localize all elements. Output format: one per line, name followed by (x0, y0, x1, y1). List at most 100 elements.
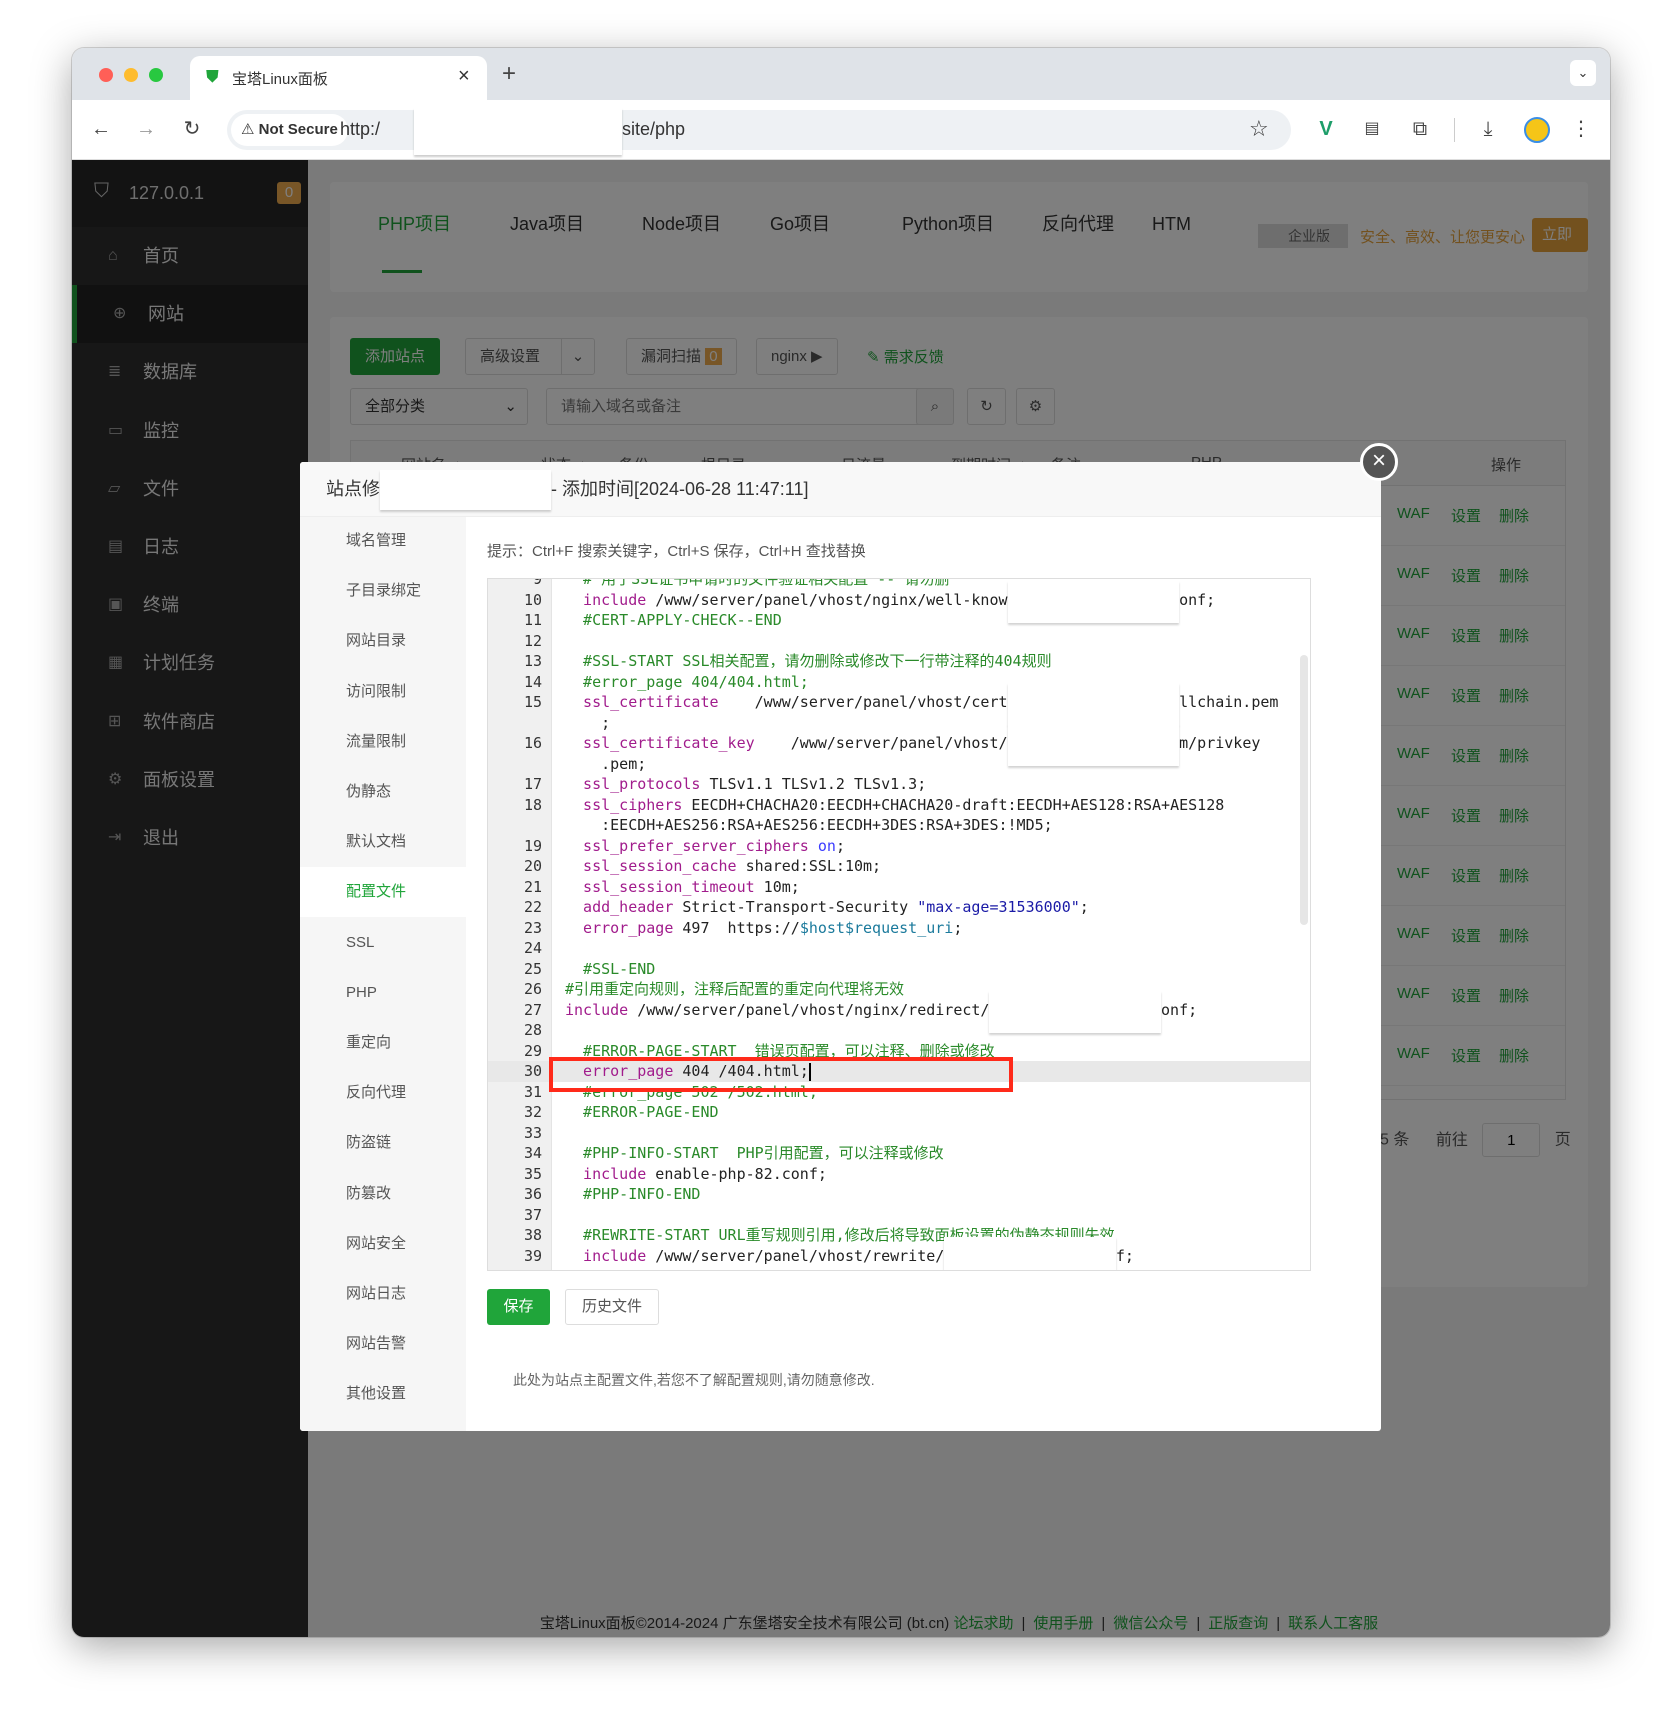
tab-search-chevron-icon[interactable]: ⌄ (1570, 60, 1596, 86)
config-editor[interactable]: 9 # 用于SSL证书申请时的文件验证相关配置 -- 请勿删 10 include… (487, 578, 1311, 1271)
line-number: 9 (532, 578, 542, 588)
code-token: TLSv1.1 TLSv1.2 TLSv1.3; (700, 775, 927, 793)
code-token: ssl_session_timeout (565, 877, 755, 896)
extension-icon[interactable]: ▤ (1357, 114, 1387, 144)
reload-icon[interactable]: ↻ (177, 114, 207, 144)
line-number: 22 (523, 898, 542, 916)
code-line: 37 (488, 1205, 1310, 1226)
dialog-nav-item[interactable]: 子目录绑定 (300, 566, 466, 616)
code-line: ; (488, 713, 1310, 734)
dialog-nav-item[interactable]: 流量限制 (300, 717, 466, 767)
dialog-nav-item[interactable]: 访问限制 (300, 667, 466, 717)
editor-scrollbar[interactable] (1300, 655, 1308, 925)
extensions-puzzle-icon[interactable]: ⧉ (1405, 114, 1435, 144)
browser-menu-icon[interactable]: ⋮ (1566, 114, 1596, 144)
line-content: #SSL-START SSL相关配置，请勿删除或修改下一行带注释的404规则 (565, 651, 1052, 672)
code-line: 11 #CERT-APPLY-CHECK--END (488, 610, 1310, 631)
code-token: /www/server/panel/vhost/nginx/well-know (646, 590, 1008, 609)
browser-window: ⛊ 宝塔Linux面板 × + ⌄ ← → ↻ ⚠ Not Secure htt… (72, 48, 1610, 1637)
code-line: 26 #引用重定向规则，注释后配置的重定向代理将无效 (488, 979, 1310, 1000)
line-number: 34 (523, 1144, 542, 1162)
code-token: /www/server/panel/vhost/cert (718, 693, 1008, 711)
line-content: include enable-php-82.conf; (565, 1164, 827, 1185)
save-button[interactable]: 保存 (487, 1289, 550, 1325)
history-files-button[interactable]: 历史文件 (565, 1289, 659, 1325)
dialog-nav-item[interactable]: 反向代理 (300, 1068, 466, 1118)
profile-avatar[interactable] (1524, 117, 1550, 143)
code-token: .pem; (565, 754, 647, 773)
url-suffix: site/php (622, 119, 686, 139)
line-number: 14 (523, 672, 542, 691)
line-content: include /www/server/panel/vhost/nginx/we… (565, 580, 1215, 623)
line-number: 28 (523, 1021, 542, 1039)
code-token: enable-php-82.conf; (646, 1164, 827, 1183)
dialog-nav-item[interactable]: 防篡改 (300, 1169, 466, 1219)
close-window-button[interactable] (99, 68, 113, 82)
minimize-window-button[interactable] (124, 68, 138, 82)
dialog-nav-item[interactable]: 域名管理 (300, 516, 466, 566)
code-token: EECDH+CHACHA20:EECDH+CHACHA20-draft:EECD… (682, 795, 1225, 814)
code-token: # 用于SSL证书申请时的文件验证相关配置 -- 请勿删 (565, 578, 950, 588)
close-tab-icon[interactable]: × (458, 65, 470, 88)
line-content: #CERT-APPLY-CHECK--END (565, 610, 782, 631)
code-line: 24 (488, 938, 1310, 959)
dialog-nav-item[interactable]: 默认文档 (300, 817, 466, 867)
line-content: ; (565, 713, 610, 734)
line-number: 37 (523, 1205, 542, 1224)
dialog-nav-item[interactable]: 重定向 (300, 1018, 466, 1068)
code-line: 17 ssl_protocols TLSv1.1 TLSv1.2 TLSv1.3… (488, 774, 1310, 795)
code-token: ; (953, 918, 963, 937)
code-token: m/privkey (1179, 734, 1261, 752)
redaction-box (380, 470, 551, 511)
line-number: 10 (523, 590, 542, 609)
code-token: "max-age=31536000" (917, 898, 1080, 916)
close-dialog-icon[interactable]: × (1360, 443, 1398, 481)
code-line: 19 ssl_prefer_server_ciphers on; (488, 836, 1310, 857)
dialog-nav-item[interactable]: 网站安全 (300, 1219, 466, 1269)
code-line: 15 ssl_certificate /www/server/panel/vho… (488, 683, 1310, 725)
dialog-nav-item[interactable]: 配置文件 (300, 867, 466, 918)
bookmark-star-icon[interactable]: ☆ (1249, 116, 1269, 142)
vue-extension-icon[interactable]: V (1311, 114, 1341, 144)
address-bar[interactable]: ⚠ Not Secure http:/ site/php ☆ (227, 108, 1291, 155)
title-prefix: 站点修 (326, 479, 380, 499)
code-token: /www/server/panel/vhost/rewrite/ (646, 1246, 945, 1265)
browser-tab[interactable]: ⛊ 宝塔Linux面板 × (190, 56, 487, 100)
line-number: 23 (523, 918, 542, 937)
code-token: ssl_prefer_server_ciphers (565, 836, 809, 855)
tab-title: 宝塔Linux面板 (232, 71, 328, 88)
dialog-nav-item[interactable]: PHP (300, 968, 466, 1018)
code-token: #SSL-END (565, 959, 656, 978)
maximize-window-button[interactable] (149, 68, 163, 82)
code-line: 22 add_header Strict-Transport-Security … (488, 897, 1310, 918)
not-secure-chip[interactable]: ⚠ Not Secure (231, 114, 348, 146)
new-tab-button[interactable]: + (502, 60, 516, 88)
code-token: #PHP-INFO-END (565, 1185, 701, 1203)
line-number: 39 (523, 1246, 542, 1265)
code-line: 34 #PHP-INFO-START PHP引用配置，可以注释或修改 (488, 1143, 1310, 1164)
dialog-nav-item[interactable]: 伪静态 (300, 767, 466, 817)
dialog-nav-item[interactable]: SSL (300, 918, 466, 968)
line-number: 27 (523, 1000, 542, 1019)
code-line: 36 #PHP-INFO-END (488, 1184, 1310, 1205)
panel-app: ⛉ 127.0.0.1 0 ⌂首页⊕网站≣数据库▭监控▱文件▤日志▣终端▦计划任… (72, 160, 1610, 1637)
line-number: 31 (523, 1082, 542, 1101)
download-icon[interactable]: ⤓ (1473, 114, 1503, 144)
dialog-nav: 域名管理 子目录绑定 网站目录 访问限制 流量限制 伪静态 默认文档 配置文件 SSL PHP 重定… (300, 517, 466, 1431)
code-token: 497 https:// (673, 918, 800, 937)
line-content: :EECDH+AES256:RSA+AES256:EECDH+3DES:RSA+… (565, 815, 1053, 836)
line-content: #PHP-INFO-START PHP引用配置，可以注释或修改 (565, 1143, 944, 1164)
dialog-nav-item[interactable]: 防盗链 (300, 1118, 466, 1168)
line-number: 15 (523, 693, 542, 711)
code-line: 28 (488, 1020, 1310, 1041)
forward-icon[interactable]: → (131, 114, 161, 144)
dialog-nav-item[interactable]: 网站告警 (300, 1319, 466, 1369)
line-number: 12 (523, 631, 542, 650)
highlight-box (549, 1057, 1013, 1092)
back-icon[interactable]: ← (86, 114, 116, 144)
dialog-nav-item[interactable]: 网站日志 (300, 1269, 466, 1319)
code-token: ssl_ciphers (565, 795, 683, 814)
dialog-nav-item[interactable]: 网站目录 (300, 616, 466, 666)
code-token: on (808, 836, 836, 855)
dialog-nav-item[interactable]: 其他设置 (300, 1369, 466, 1419)
